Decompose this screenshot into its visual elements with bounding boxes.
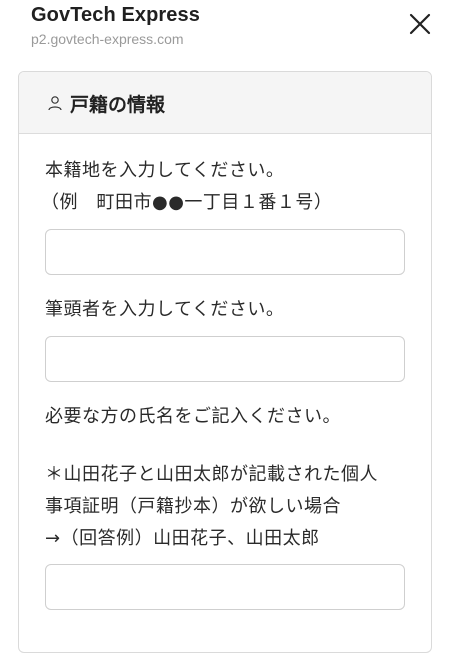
close-button[interactable] [407,11,433,37]
site-url: p2.govtech-express.com [31,31,184,47]
card-title: 戸籍の情報 [70,94,166,116]
permanent-domicile-label-line-1: 本籍地を入力してください。 [45,160,285,181]
person-icon [48,96,62,111]
family-register-card: 戸籍の情報 本籍地を入力してください。 （例 町田市●●一丁目１番１号） 筆頭者… [18,71,432,653]
site-title: GovTech Express [31,4,200,26]
required-person-note-line-2: 事項証明（戸籍抄本）が欲しい場合 [45,496,341,517]
close-icon [409,13,431,35]
head-of-family-input[interactable] [45,336,405,382]
permanent-domicile-label-line-2: （例 町田市●●一丁目１番１号） [41,192,333,213]
required-person-name-input[interactable] [45,564,405,610]
permanent-domicile-input[interactable] [45,229,405,275]
card-header: 戸籍の情報 [19,72,431,134]
app-header: GovTech Express p2.govtech-express.com [0,0,450,60]
required-person-note-line-3: →（回答例）山田花子、山田太郎 [45,528,320,549]
required-person-note-line-1: ＊山田花子と山田太郎が記載された個人 [45,464,378,485]
required-person-name-label: 必要な方の氏名をご記入ください。 [45,406,341,427]
head-of-family-label: 筆頭者を入力してください。 [45,299,285,320]
